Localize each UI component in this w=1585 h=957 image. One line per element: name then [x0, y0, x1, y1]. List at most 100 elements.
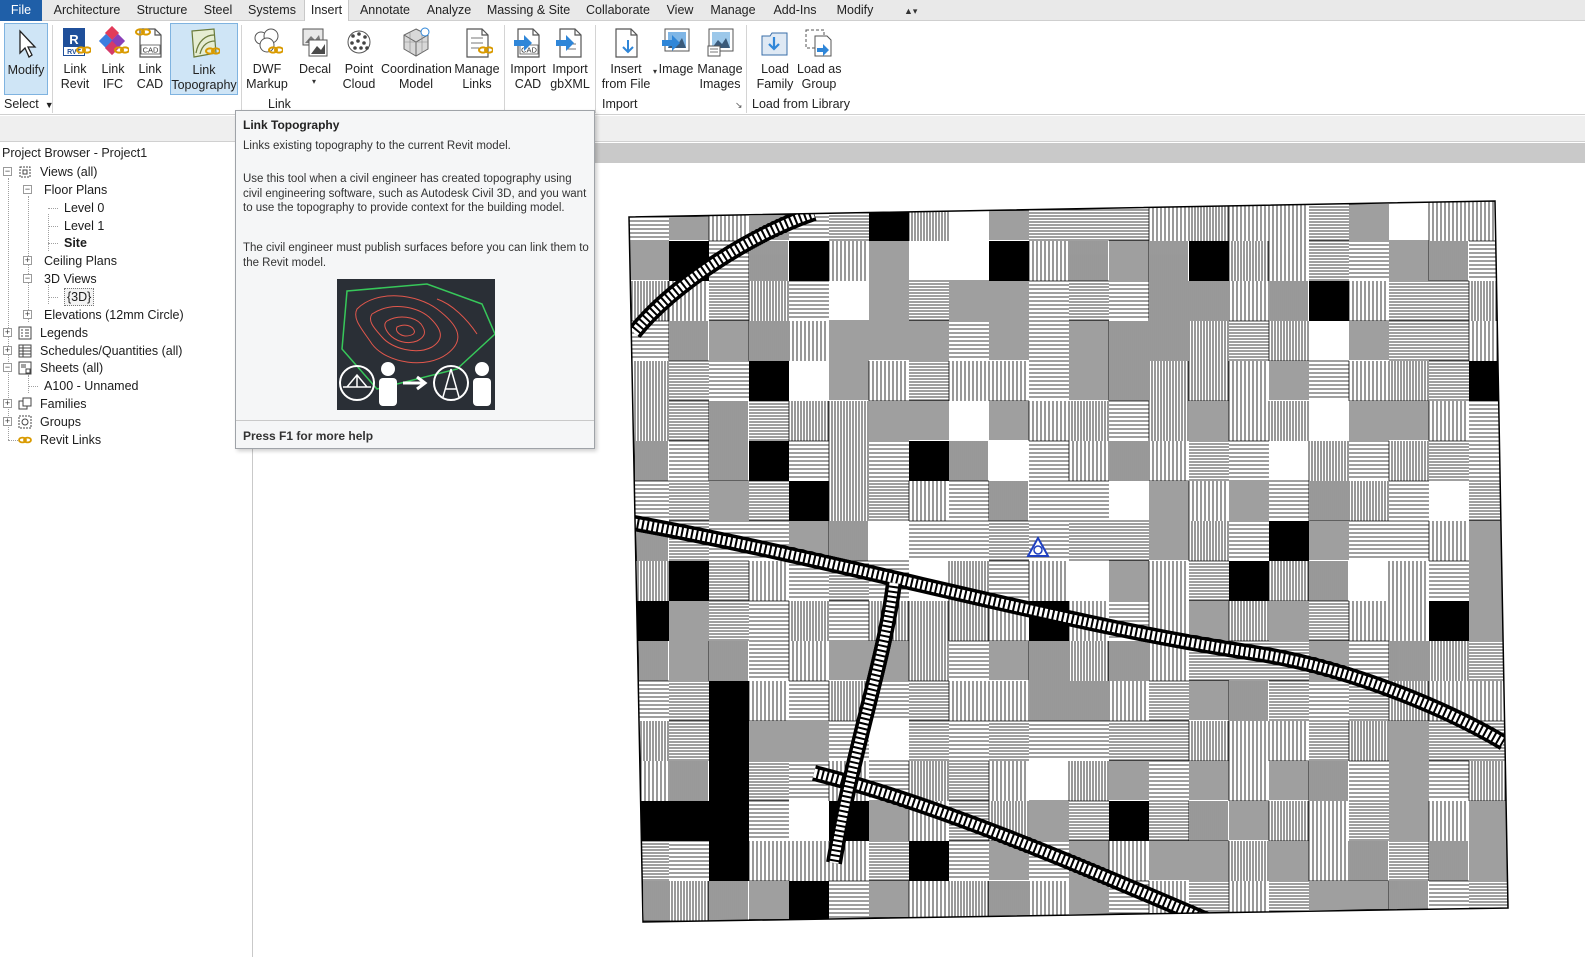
tooltip-help-hint: Press F1 for more help [243, 429, 374, 443]
import-gbxml-button[interactable]: Import gbXML [549, 23, 591, 95]
tree-item-sheets-all[interactable]: Sheets (all) [40, 359, 103, 377]
expand-icon[interactable]: + [3, 346, 12, 355]
link-ifc-button[interactable]: Link IFC [94, 23, 132, 95]
link-cad-button[interactable]: CAD Link CAD [132, 23, 168, 95]
tab-massing-site[interactable]: Massing & Site [481, 0, 576, 21]
load-family-button[interactable]: Load Family [753, 23, 797, 95]
dialog-launcher-icon[interactable]: ↘ [735, 100, 743, 111]
load-family-icon [759, 26, 791, 63]
tree-item-views-all[interactable]: Views (all) [40, 163, 97, 181]
tooltip-summary: Links existing topography to the current… [243, 140, 511, 152]
panel-title-text: Import [602, 97, 638, 111]
manage-images-label: Manage Images [697, 62, 743, 91]
sheets-icon [18, 361, 32, 375]
decal-button[interactable]: Decal ▾ [294, 23, 336, 95]
image-label: Image [658, 62, 694, 76]
link-topography-tooltip: Link Topography Links existing topograph… [235, 110, 595, 449]
load-as-group-button[interactable]: Load as Group [797, 23, 841, 95]
tooltip-note: The civil engineer must publish surfaces… [243, 242, 589, 269]
ribbon-panel-separator [746, 25, 747, 113]
manage-images-button[interactable]: Manage Images [697, 23, 743, 95]
insert-from-file-button[interactable]: Insert from File ▾ [598, 23, 657, 95]
tab-insert[interactable]: Insert [304, 0, 349, 22]
tree-item-level-0[interactable]: Level 0 [64, 199, 104, 217]
tab-view[interactable]: View [660, 0, 700, 21]
insert-from-file-label: Insert from File [601, 62, 651, 91]
tab-systems[interactable]: Systems [244, 0, 300, 21]
manage-links-label: Manage Links [454, 62, 500, 91]
panel-title-select[interactable]: Select ▼ [4, 97, 54, 111]
tab-structure[interactable]: Structure [132, 0, 192, 21]
topography-road [812, 765, 1218, 922]
collapse-icon[interactable]: − [3, 363, 12, 372]
link-revit-button[interactable]: R RVT Link Revit [56, 23, 94, 95]
tree-item-schedules-quantities-all[interactable]: Schedules/Quantities (all) [40, 342, 182, 360]
tooltip-illustration [337, 279, 496, 410]
tab-file[interactable]: File [0, 0, 42, 21]
tab-add-ins[interactable]: Add-Ins [766, 0, 824, 21]
import-cad-icon: CAD [512, 26, 544, 63]
tree-item-a100-unnamed[interactable]: A100 - Unnamed [44, 377, 139, 395]
chevron-down-icon: ▼ [44, 100, 54, 110]
tab-collaborate[interactable]: Collaborate [580, 0, 656, 21]
svg-text:R: R [69, 32, 79, 47]
image-button[interactable]: Image [655, 23, 697, 95]
tree-guide-line [48, 297, 58, 298]
import-gbxml-icon [554, 26, 586, 63]
svg-text:CAD: CAD [143, 46, 159, 55]
tree-item-families[interactable]: Families [40, 395, 87, 413]
modify-button[interactable]: Modify [4, 23, 48, 95]
rvt-link-icon: R RVT [59, 26, 92, 63]
tree-item-3d[interactable]: {3D} [64, 288, 95, 306]
point-cloud-label: Point Cloud [342, 62, 376, 91]
load-as-group-label: Load as Group [797, 62, 842, 91]
minimize-ribbon-toggle[interactable]: ▲▾ [904, 5, 926, 17]
tree-item-site[interactable]: Site [64, 234, 87, 252]
manage-links-button[interactable]: Manage Links [453, 23, 501, 95]
svg-text:CAD: CAD [521, 46, 537, 55]
tree-item-ceiling-plans[interactable]: Ceiling Plans [44, 252, 117, 270]
link-cad-label: Link CAD [136, 62, 164, 91]
revit-links-icon [18, 433, 32, 447]
tab-modify[interactable]: Modify [828, 0, 882, 21]
link-topography-label: Link Topography [171, 63, 237, 92]
ribbon-tab-bar: File Architecture Structure Steel Systems Ins… [0, 0, 1585, 22]
tree-item-elevations-12mm-circle[interactable]: Elevations (12mm Circle) [44, 306, 184, 324]
point-cloud-button[interactable]: Point Cloud [338, 23, 380, 95]
ribbon-panel-separator [241, 25, 242, 113]
ribbon-panel-separator [595, 25, 596, 113]
tab-steel[interactable]: Steel [196, 0, 240, 21]
manage-links-icon [461, 26, 494, 63]
link-topography-button[interactable]: Link Topography [170, 23, 238, 95]
link-ifc-label: Link IFC [101, 62, 125, 91]
panel-title-text: Load from Library [752, 97, 850, 111]
tree-item-3d-views[interactable]: 3D Views [44, 270, 97, 288]
tree-guide-line [48, 214, 49, 251]
tree-item-revit-links[interactable]: Revit Links [40, 431, 101, 449]
project-browser: Project Browser - Project1 − Views (all) −… [0, 143, 253, 957]
tree-item-level-1[interactable]: Level 1 [64, 217, 104, 235]
expand-icon[interactable]: + [3, 328, 12, 337]
image-icon [660, 26, 692, 63]
tab-manage[interactable]: Manage [704, 0, 762, 21]
expand-icon[interactable]: + [23, 256, 32, 265]
tab-annotate[interactable]: Annotate [353, 0, 417, 21]
decal-icon [299, 26, 331, 63]
panel-title-import: Import [602, 97, 637, 111]
tab-architecture[interactable]: Architecture [46, 0, 128, 21]
dwf-markup-button[interactable]: DWF Markup [243, 23, 291, 95]
expand-icon[interactable]: + [3, 399, 12, 408]
import-cad-button[interactable]: CAD Import CAD [507, 23, 549, 95]
tab-analyze[interactable]: Analyze [421, 0, 477, 21]
tooltip-description: Use this tool when a civil engineer has … [243, 173, 587, 214]
collapse-icon[interactable]: − [23, 274, 32, 283]
collapse-icon[interactable]: − [3, 167, 12, 176]
expand-icon[interactable]: + [3, 417, 12, 426]
tree-item-floor-plans[interactable]: Floor Plans [44, 181, 107, 199]
collapse-icon[interactable]: − [23, 185, 32, 194]
tree-item-groups[interactable]: Groups [40, 413, 81, 431]
tree-item-legends[interactable]: Legends [40, 324, 88, 342]
tree-guide-line [28, 386, 38, 387]
coordination-model-button[interactable]: Coordination Model [381, 23, 452, 95]
expand-icon[interactable]: + [23, 310, 32, 319]
